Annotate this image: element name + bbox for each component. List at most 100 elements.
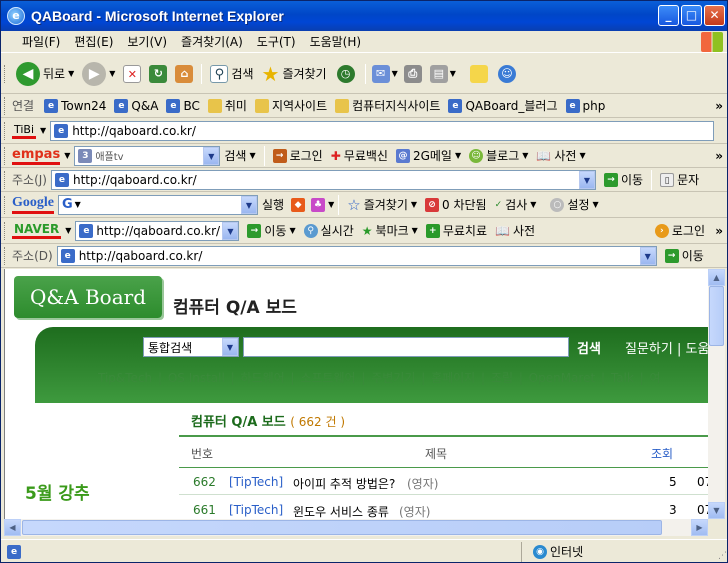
- naver-free-cure-button[interactable]: + 무료치료: [422, 222, 491, 239]
- table-row[interactable]: 661 [TipTech] 윈도우 서비스 종류 (영자) 3 07: [179, 497, 708, 519]
- dropdown-icon[interactable]: ▼: [328, 200, 334, 209]
- sms-button[interactable]: ▯ 문자: [656, 171, 703, 188]
- home-icon[interactable]: ⌂: [175, 64, 194, 83]
- empas-blog-button[interactable]: ☺ 블로그 ▼: [465, 147, 532, 164]
- tibi-url-field[interactable]: e http://qaboard.co.kr/: [50, 120, 715, 141]
- nav-software[interactable]: 소프트웨어: [298, 371, 357, 385]
- mail-icon[interactable]: ✉: [371, 64, 390, 83]
- mail-dropdown-icon[interactable]: ▼: [392, 69, 398, 78]
- nav-homepage[interactable]: 홈페이지: [429, 371, 477, 385]
- table-row[interactable]: 662 [TipTech] 아이피 추적 방법은? (영자) 5 07: [179, 469, 708, 495]
- address-dropdown-icon-2[interactable]: ▼: [639, 246, 656, 265]
- bookmark-icon[interactable]: ♣: [311, 197, 326, 212]
- naver-realtime-button[interactable]: ⚲ 실시간: [300, 222, 358, 239]
- naver-logo[interactable]: NAVER: [12, 222, 62, 239]
- search-scope-select[interactable]: 통합검색 ▼: [143, 337, 239, 357]
- menu-view[interactable]: 보기(V): [120, 33, 174, 50]
- menu-favorites[interactable]: 즐겨찾기(A): [174, 33, 250, 50]
- popup-blocker-button[interactable]: ⊘ 0 차단됨: [421, 196, 491, 213]
- menu-tools[interactable]: 도구(T): [250, 33, 303, 50]
- naver-login-button[interactable]: › 로그인: [651, 222, 709, 239]
- select-dropdown-icon[interactable]: ▼: [222, 338, 238, 356]
- edit-icon[interactable]: ▤: [429, 64, 448, 83]
- google-dropdown-icon[interactable]: ▼: [241, 195, 257, 214]
- row-title[interactable]: 윈도우 서비스 종류: [293, 503, 389, 519]
- link-hobby[interactable]: 취미: [204, 97, 251, 114]
- spellcheck-button[interactable]: ✓ 검사 ▼: [491, 196, 541, 213]
- tibi-dropdown-icon[interactable]: ▼: [40, 126, 46, 135]
- google-settings-button[interactable]: ○ 설정 ▼: [546, 196, 602, 213]
- ask-question-button[interactable]: 질문하기 | 도움: [625, 338, 708, 357]
- site-logo[interactable]: Q&A Board: [14, 276, 162, 318]
- empas-vaccine-button[interactable]: ✚ 무료백신: [327, 147, 392, 164]
- link-bc[interactable]: e BC: [162, 98, 203, 113]
- empas-dropdown-icon[interactable]: ▼: [64, 151, 70, 160]
- horizontal-scrollbar[interactable]: ◀ ▶: [4, 519, 708, 536]
- scroll-left-icon[interactable]: ◀: [4, 519, 21, 536]
- link-local[interactable]: 지역사이트: [251, 97, 331, 114]
- address-field-2[interactable]: e http://qaboard.co.kr/ ▼: [56, 245, 657, 266]
- print-icon[interactable]: ⎙: [403, 64, 422, 83]
- naver-dict-button[interactable]: 📖 사전: [491, 222, 539, 239]
- empas-dict-button[interactable]: 📖 사전 ▼: [532, 147, 589, 164]
- empas-search-button[interactable]: 검색 ▼: [220, 147, 259, 164]
- title-bar[interactable]: e QABoard - Microsoft Internet Explorer …: [1, 1, 727, 31]
- naver-bookmark-button[interactable]: ★ 북마크 ▼: [358, 222, 422, 239]
- horizontal-scroll-thumb[interactable]: [22, 520, 662, 535]
- scroll-up-icon[interactable]: ▲: [708, 269, 725, 286]
- menu-file[interactable]: 파일(F): [15, 33, 67, 50]
- forward-button[interactable]: ▶ ▼: [78, 61, 119, 86]
- naver-url-field[interactable]: e http://qaboard.co.kr/ ▼: [75, 220, 240, 241]
- menu-edit[interactable]: 편집(E): [67, 33, 120, 50]
- scroll-right-icon[interactable]: ▶: [691, 519, 708, 536]
- refresh-icon[interactable]: ↻: [149, 64, 168, 83]
- tibi-logo[interactable]: TiBi: [12, 123, 37, 139]
- links-overflow-icon[interactable]: »: [715, 99, 723, 113]
- nav-os-install[interactable]: OS Install: [166, 371, 227, 385]
- naver-dropdown-icon[interactable]: ▼: [65, 226, 71, 235]
- stop-icon[interactable]: ✕: [123, 64, 142, 83]
- address-field-1[interactable]: e http://qaboard.co.kr/ ▼: [50, 169, 596, 190]
- back-dropdown-icon[interactable]: ▼: [68, 69, 74, 78]
- back-button[interactable]: ◀ 뒤로 ▼: [12, 61, 78, 86]
- nav-peripherals[interactable]: 주변기기: [369, 371, 417, 385]
- empas-login-button[interactable]: → 로그인: [269, 147, 327, 164]
- favorites-button[interactable]: ★ 즐겨찾기: [258, 62, 331, 86]
- search-button[interactable]: ⚲ 검색: [206, 64, 257, 83]
- google-search-field[interactable]: G ▼ ▼: [58, 194, 258, 215]
- link-computer[interactable]: 컴퓨터지식사이트: [331, 97, 444, 114]
- col-views[interactable]: 조회: [651, 445, 673, 462]
- vertical-scroll-thumb[interactable]: [709, 286, 724, 346]
- vertical-scrollbar[interactable]: ▲ ▼: [708, 269, 725, 519]
- google-logo[interactable]: Google: [12, 195, 54, 214]
- google-run-button[interactable]: 실행: [258, 196, 288, 213]
- history-icon[interactable]: ◷: [336, 64, 355, 83]
- empas-logo[interactable]: empas: [12, 147, 61, 165]
- empas-mail-button[interactable]: @2G메일 ▼: [392, 147, 465, 164]
- empas-search-combo[interactable]: 3 애플tv ▼: [74, 145, 221, 166]
- menu-help[interactable]: 도움말(H): [303, 33, 369, 50]
- pagerank-icon[interactable]: ◆: [291, 197, 306, 212]
- naver-combo-dropdown-icon[interactable]: ▼: [222, 221, 239, 240]
- note-icon[interactable]: [469, 64, 488, 83]
- help-link[interactable]: 도움: [686, 342, 709, 357]
- naver-go-button[interactable]: → 이동 ▼: [243, 222, 299, 239]
- link-qaboard-blog[interactable]: e QABoard_블러그: [444, 97, 561, 114]
- google-favorites-button[interactable]: ☆ 즐겨찾기 ▼: [343, 196, 421, 214]
- toolbar-grip[interactable]: [4, 64, 7, 83]
- close-button[interactable]: ✕: [704, 5, 725, 26]
- resize-grip-icon[interactable]: ⋰: [718, 551, 727, 561]
- row-tag[interactable]: [TipTech]: [229, 475, 283, 489]
- forward-dropdown-icon[interactable]: ▼: [109, 69, 115, 78]
- naver-overflow-icon[interactable]: »: [715, 224, 723, 238]
- site-search-button[interactable]: 검색: [577, 338, 601, 357]
- nav-talk[interactable]: Talk: [609, 371, 636, 385]
- link-php[interactable]: e php: [562, 98, 610, 113]
- scroll-down-icon[interactable]: ▼: [708, 502, 725, 519]
- nav-assembly[interactable]: 조립: [489, 371, 515, 385]
- nav-openmaret[interactable]: OpenMaret: [527, 371, 598, 385]
- link-town24[interactable]: e Town24: [40, 98, 110, 113]
- nav-more[interactable]: 여: [648, 371, 663, 385]
- nav-tiptech[interactable]: Tip&Tech: [96, 371, 154, 385]
- empas-overflow-icon[interactable]: »: [715, 149, 723, 163]
